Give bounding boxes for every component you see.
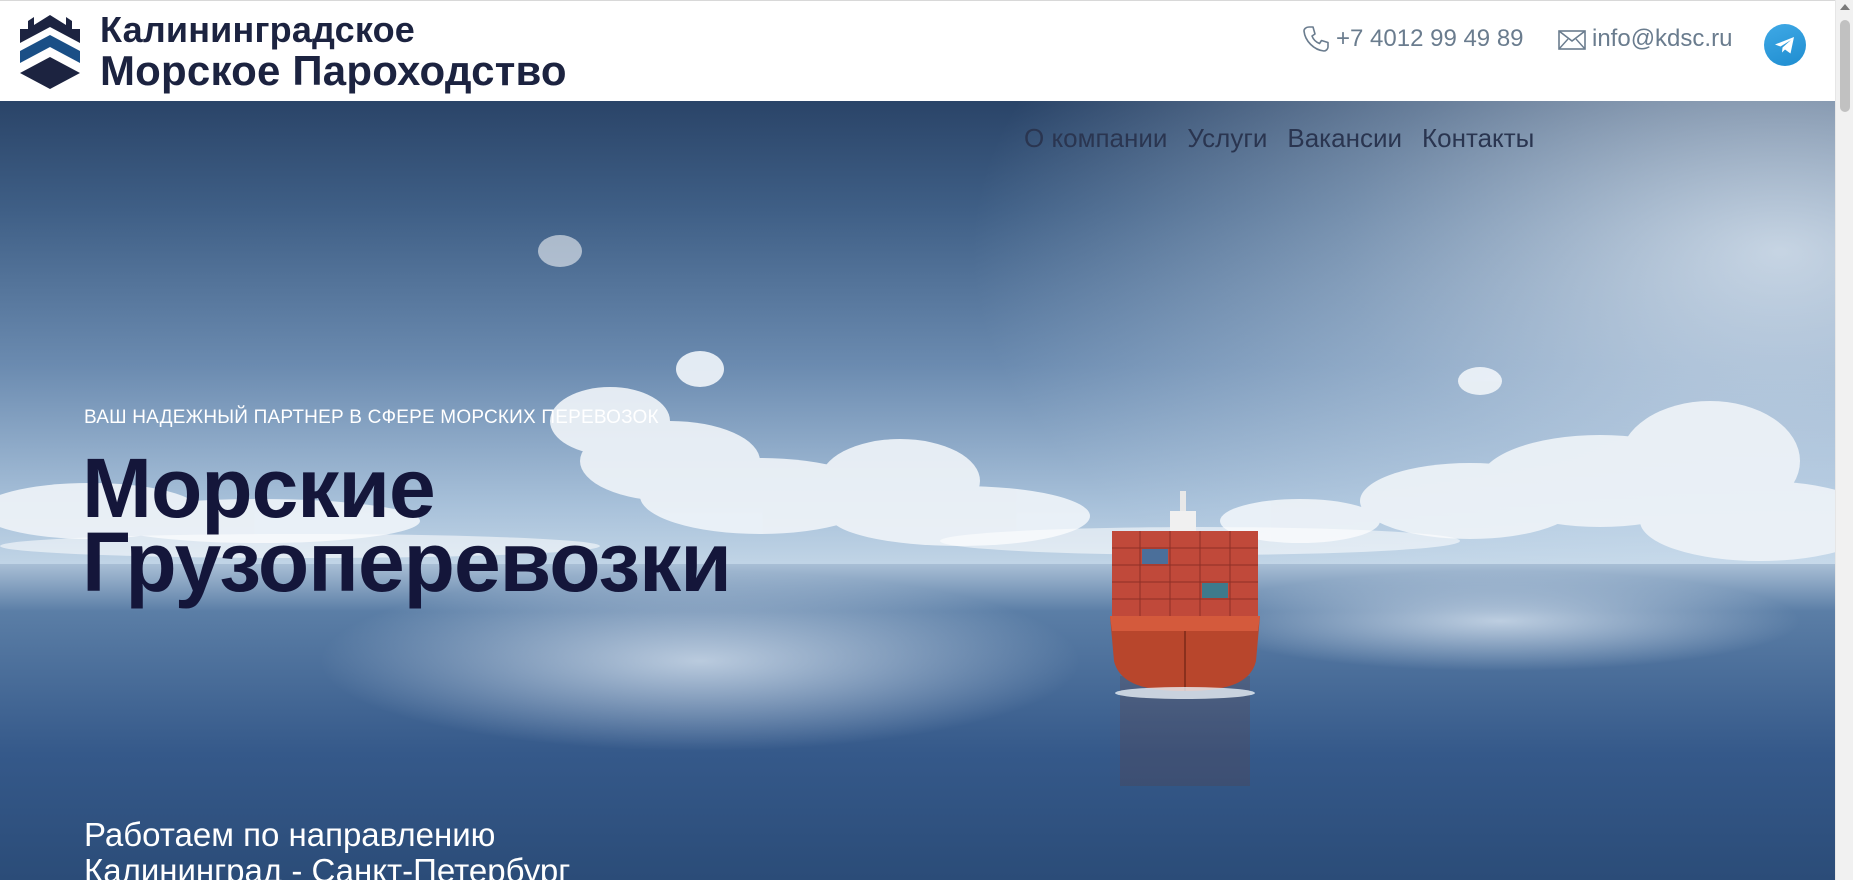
route-info: Работаем по направлению Калининград - Са… (84, 817, 570, 880)
nav-item-about[interactable]: О компании (1024, 123, 1167, 154)
telegram-button[interactable] (1764, 24, 1806, 66)
company-name-line1: Калининградское (100, 9, 416, 50)
site-header: Калининградское Морское Пароходство +7 4… (0, 0, 1835, 101)
hero-title-line1: Морские (82, 441, 436, 535)
hero-tagline: ВАШ НАДЕЖНЫЙ ПАРТНЕР В СФЕРЕ МОРСКИХ ПЕР… (84, 407, 659, 428)
hero-title: Морские Грузоперевозки (82, 441, 732, 609)
nav-item-contacts[interactable]: Контакты (1422, 123, 1534, 154)
page-scrollbar[interactable] (1835, 0, 1853, 880)
route-line1: Работаем по направлению (84, 816, 496, 853)
nav-item-vacancies[interactable]: Вакансии (1287, 123, 1402, 154)
hero-title-line2: Грузоперевозки (82, 515, 732, 609)
container-ship-image (1110, 491, 1260, 786)
scroll-up-icon[interactable] (1840, 4, 1850, 10)
telegram-icon (1775, 37, 1794, 54)
scroll-thumb[interactable] (1840, 20, 1850, 112)
hero-banner: О компании Услуги Вакансии Контакты ВАШ … (0, 101, 1835, 880)
email-link[interactable]: info@kdsc.ru (1556, 23, 1732, 55)
main-nav: О компании Услуги Вакансии Контакты (1024, 123, 1534, 154)
phone-number: +7 4012 99 49 89 (1336, 25, 1524, 52)
company-name-line2: Морское Пароходство (100, 47, 567, 94)
envelope-icon (1558, 30, 1586, 50)
company-name[interactable]: Калининградское Морское Пароходство (100, 9, 567, 94)
route-line2: Калининград - Санкт-Петербург (84, 852, 571, 880)
nav-item-services[interactable]: Услуги (1187, 123, 1267, 154)
email-address: info@kdsc.ru (1592, 25, 1733, 52)
kdsc-logo-icon[interactable] (20, 13, 80, 91)
phone-link[interactable]: +7 4012 99 49 89 (1300, 23, 1524, 55)
phone-icon (1303, 26, 1329, 52)
